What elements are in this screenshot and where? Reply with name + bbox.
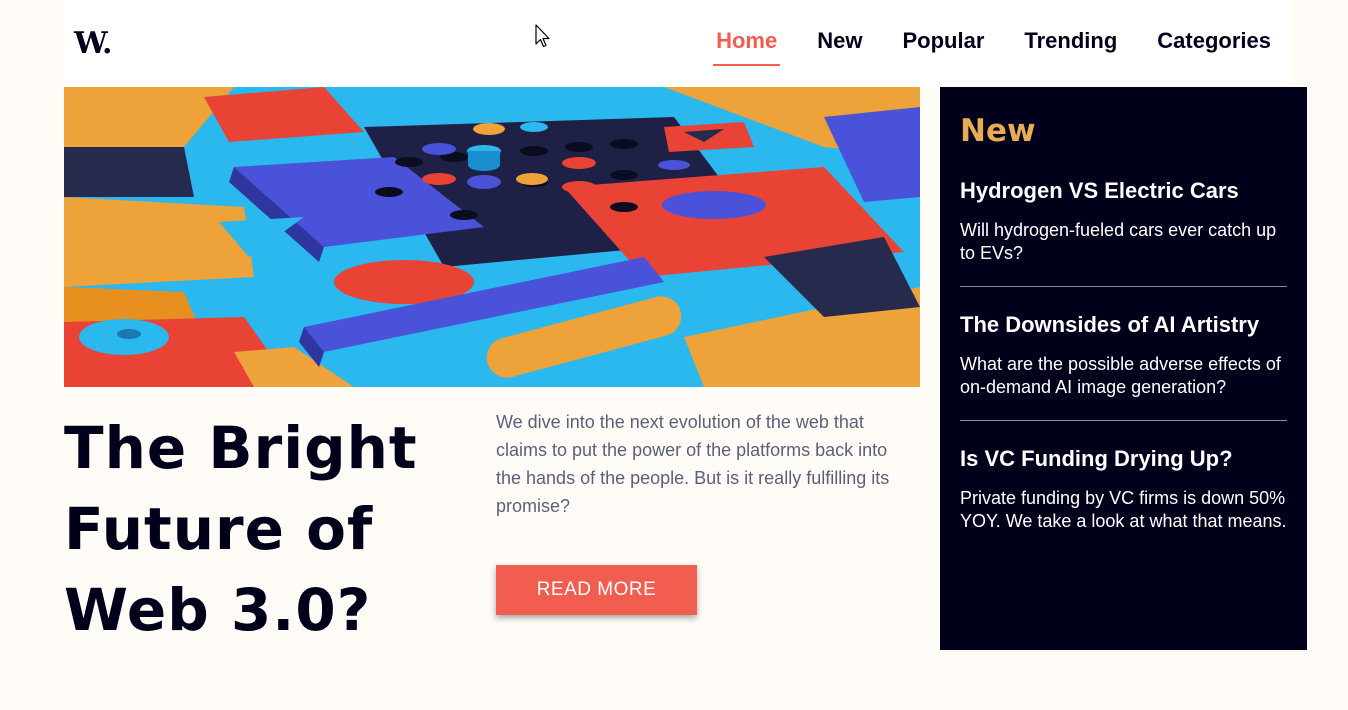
read-more-button[interactable]: READ MORE: [496, 565, 697, 615]
new-articles-sidebar: New Hydrogen VS Electric Cars Will hydro…: [940, 87, 1307, 650]
hero-image: [64, 87, 920, 387]
news-item-title[interactable]: Is VC Funding Drying Up?: [960, 445, 1287, 473]
mouse-cursor-icon: [535, 24, 550, 48]
main-nav: Home New Popular Trending Categories: [713, 28, 1274, 66]
article-headline: The Bright Future of Web 3.0?: [64, 414, 418, 644]
sidebar-news-item: Hydrogen VS Electric Cars Will hydrogen-…: [960, 177, 1287, 287]
news-item-title[interactable]: The Downsides of AI Artistry: [960, 311, 1287, 339]
nav-item-trending[interactable]: Trending: [1021, 28, 1120, 66]
site-header: W. Home New Popular Trending Categories: [64, 0, 1290, 87]
news-item-description: Will hydrogen-fueled cars ever catch up …: [960, 220, 1277, 263]
sidebar-news-item: Is VC Funding Drying Up? Private funding…: [960, 445, 1287, 533]
nav-item-home[interactable]: Home: [713, 28, 781, 66]
sidebar-news-item: The Downsides of AI Artistry What are th…: [960, 311, 1287, 421]
article-summary: We dive into the next evolution of the w…: [496, 412, 890, 516]
news-item-description: What are the possible adverse effects of…: [960, 354, 1281, 397]
nav-item-popular[interactable]: Popular: [899, 28, 987, 66]
sidebar-heading: New: [960, 113, 1036, 149]
news-item-description: Private funding by VC firms is down 50% …: [960, 488, 1287, 531]
abstract-shapes-illustration: [64, 87, 920, 387]
nav-item-new[interactable]: New: [814, 28, 865, 66]
news-item-title[interactable]: Hydrogen VS Electric Cars: [960, 177, 1287, 205]
news-divider: [960, 420, 1287, 421]
nav-item-categories[interactable]: Categories: [1154, 28, 1274, 66]
news-divider: [960, 286, 1287, 287]
site-logo[interactable]: W.: [74, 26, 112, 61]
